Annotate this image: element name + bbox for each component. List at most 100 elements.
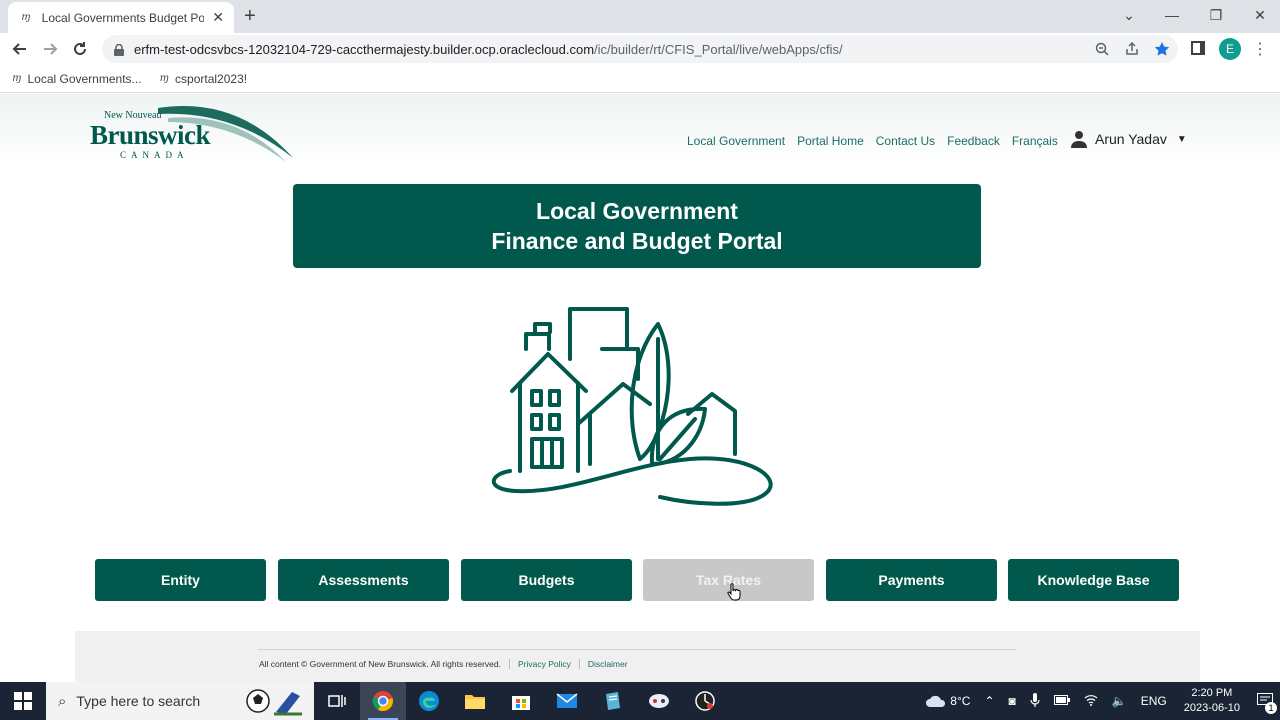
side-panel-icon[interactable] [1191, 41, 1205, 55]
town-buildings-illustration-icon [491, 307, 773, 506]
privacy-policy-link[interactable]: Privacy Policy [509, 659, 571, 669]
gamepad-app-icon [649, 694, 669, 708]
user-menu[interactable]: Arun Yadav ▼ [1071, 130, 1187, 148]
tile-entity[interactable]: Entity [95, 559, 266, 601]
nav-portal-home[interactable]: Portal Home [797, 134, 864, 148]
volume-icon[interactable]: 🔈 [1112, 694, 1127, 708]
back-button[interactable] [8, 37, 32, 61]
forward-arrow-icon [44, 43, 58, 55]
new-tab-button[interactable]: + [244, 5, 256, 28]
cloud-icon [925, 696, 945, 708]
bookmark-csportal[interactable]: ɱ csportal2023! [160, 72, 248, 86]
bookmark-local-governments[interactable]: ɱ Local Governments... [12, 72, 142, 86]
weather-widget[interactable]: 8°C [925, 694, 970, 709]
taskbar-search[interactable]: ⌕ Type here to search [46, 682, 314, 720]
disclaimer-link[interactable]: Disclaimer [578, 659, 628, 669]
url-path: /ic/builder/rt/CFIS_Portal/live/webApps/… [594, 41, 843, 57]
taskbar-clock[interactable]: 2:20 PM 2023-06-10 [1184, 686, 1240, 716]
top-navigation: Local Government Portal Home Contact Us … [687, 134, 1070, 148]
bookmarks-bar: ɱ Local Governments... ɱ csportal2023! [0, 65, 1280, 93]
search-highlight-soccer-icon [246, 689, 302, 716]
notification-count: 1 [1265, 701, 1277, 714]
url-host: erfm-test-odcsvbcs-12032104-729-caccther… [134, 41, 595, 57]
taskbar-notes-app[interactable] [590, 682, 636, 720]
logo-sub-text: CANADA [120, 150, 189, 160]
taskbar-chrome[interactable] [360, 682, 406, 720]
bookmark-label: Local Governments... [27, 71, 142, 86]
show-hidden-icons-chevron-icon[interactable]: ⌃ [984, 694, 994, 708]
task-view-button[interactable] [314, 682, 360, 720]
browser-tab-active[interactable]: ɱ Local Governments Budget Porta ✕ [8, 2, 234, 33]
windows-logo-icon [14, 692, 32, 710]
forward-button[interactable] [38, 37, 62, 61]
footer-divider [258, 649, 1016, 650]
search-icon: ⌕ [58, 692, 67, 710]
caret-down-icon: ▼ [1176, 133, 1187, 145]
notes-app-icon [606, 692, 620, 710]
taskbar-game-app[interactable] [636, 682, 682, 720]
chrome-icon [372, 691, 393, 712]
notification-center-icon[interactable]: 1 [1257, 692, 1277, 714]
tile-payments[interactable]: Payments [826, 559, 997, 601]
module-tiles: Entity Assessments Budgets Tax Rates Pay… [95, 559, 1185, 601]
user-icon [1071, 131, 1087, 148]
store-icon [512, 696, 530, 710]
restore-button[interactable]: ❐ [1194, 0, 1238, 30]
url-text: erfm-test-odcsvbcs-12032104-729-caccther… [134, 42, 843, 57]
address-bar[interactable]: erfm-test-odcsvbcs-12032104-729-caccther… [102, 35, 1178, 63]
bookmark-star-icon[interactable] [1154, 41, 1170, 57]
screen-recorder-icon [695, 691, 715, 711]
battery-icon[interactable] [1053, 694, 1070, 708]
taskbar-edge[interactable] [406, 682, 452, 720]
nav-contact-us[interactable]: Contact Us [876, 134, 935, 148]
bookmark-favicon-icon: ɱ [159, 73, 170, 84]
browser-toolbar: erfm-test-odcsvbcs-12032104-729-caccther… [0, 33, 1280, 65]
tab-close-icon[interactable]: ✕ [212, 9, 224, 26]
minimize-button[interactable]: — [1150, 0, 1194, 30]
tab-search-chevron-icon[interactable]: ⌄ [1107, 0, 1151, 30]
folder-icon [465, 695, 485, 709]
logo-main-text: Brunswick [90, 120, 211, 150]
nb-logo[interactable]: New Nouveau Brunswick CANADA [88, 106, 298, 162]
start-button[interactable] [0, 682, 46, 720]
site-favicon-icon: ɱ [21, 12, 31, 23]
share-icon[interactable] [1124, 41, 1140, 57]
zoom-icon[interactable] [1094, 41, 1110, 57]
meet-now-icon[interactable]: ◙ [1009, 694, 1016, 708]
clock-date: 2023-06-10 [1183, 702, 1240, 714]
browser-tabstrip: ɱ Local Governments Budget Porta ✕ + ⌄ —… [0, 0, 1280, 33]
nav-local-government[interactable]: Local Government [687, 134, 785, 148]
banner-line-1: Local Government [536, 198, 738, 224]
input-language[interactable]: ENG [1141, 694, 1167, 708]
reload-icon [74, 42, 86, 55]
taskbar-recorder[interactable] [682, 682, 728, 720]
hand-cursor-icon [727, 583, 741, 601]
microphone-icon[interactable] [1030, 692, 1040, 710]
taskbar-mail[interactable] [544, 682, 590, 720]
edge-icon [419, 691, 439, 711]
browser-menu-icon[interactable]: ⋮ [1252, 39, 1268, 59]
profile-avatar[interactable]: E [1219, 38, 1241, 60]
clock-time: 2:20 PM [1191, 687, 1233, 699]
nav-francais[interactable]: Français [1012, 134, 1058, 148]
tab-title: Local Governments Budget Porta [41, 10, 205, 25]
tile-budgets[interactable]: Budgets [461, 559, 632, 601]
bookmark-label: csportal2023! [175, 71, 248, 86]
wifi-icon[interactable] [1084, 694, 1098, 709]
user-name: Arun Yadav [1095, 131, 1167, 147]
mail-icon [556, 693, 578, 708]
reload-button[interactable] [68, 37, 92, 61]
portal-title-banner: Local Government Finance and Budget Port… [293, 184, 981, 268]
weather-temperature: 8°C [950, 693, 971, 708]
system-tray: 8°C ⌃ ◙ 🔈 ENG 2:20 PM 2023-06-10 1 [918, 682, 1280, 720]
close-window-button[interactable]: ✕ [1238, 0, 1280, 30]
taskbar-store[interactable] [498, 682, 544, 720]
tile-assessments[interactable]: Assessments [278, 559, 449, 601]
page-header: New Nouveau Brunswick CANADA Local Gover… [0, 94, 1280, 164]
back-arrow-icon [12, 43, 26, 55]
tile-knowledge-base[interactable]: Knowledge Base [1008, 559, 1179, 601]
nav-feedback[interactable]: Feedback [947, 134, 1000, 148]
task-view-icon [328, 695, 346, 707]
taskbar-file-explorer[interactable] [452, 682, 498, 720]
footer-copyright: All content © Government of New Brunswic… [259, 659, 501, 669]
